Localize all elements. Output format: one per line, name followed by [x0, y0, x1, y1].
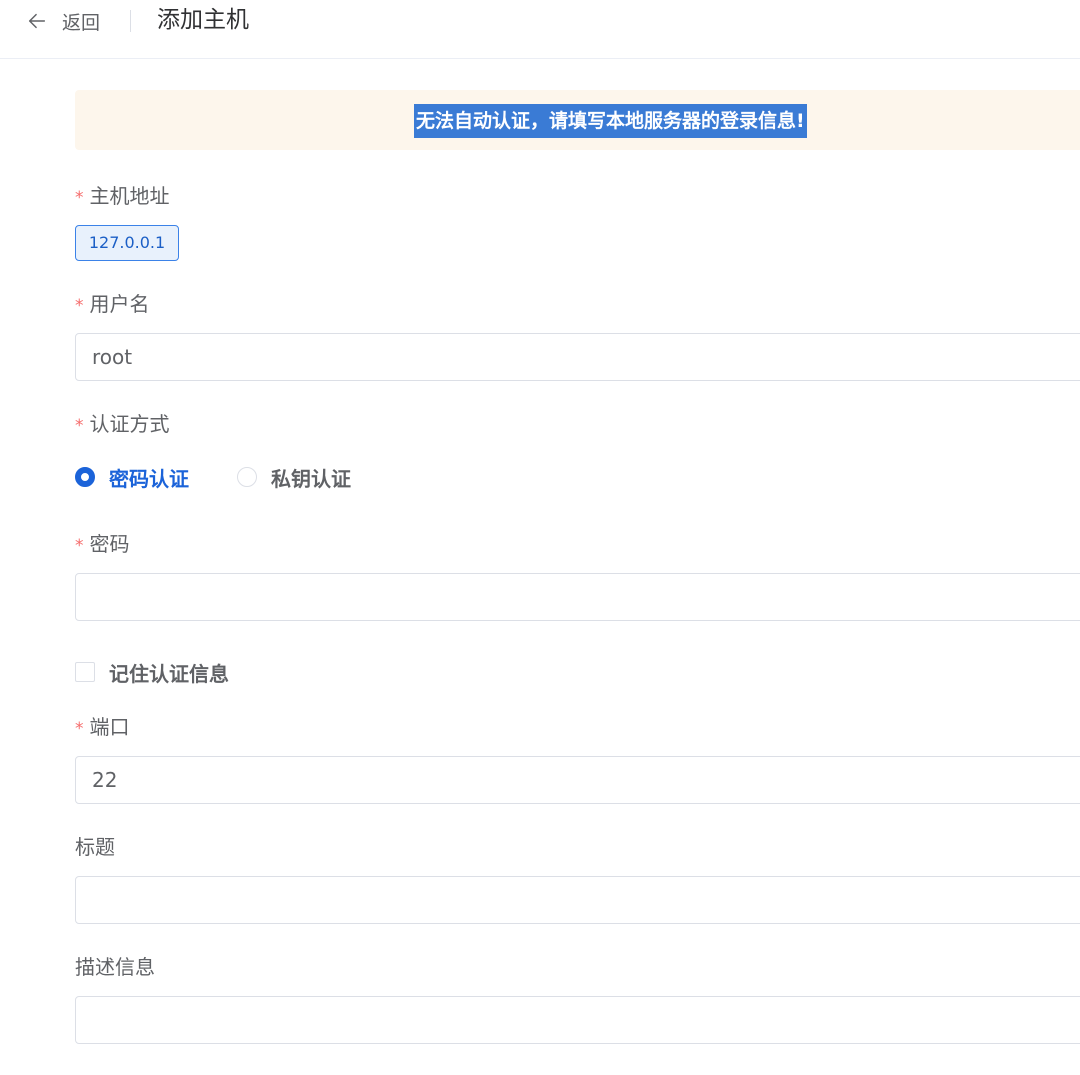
radio-password-auth-label: 密码认证 — [109, 466, 189, 491]
required-mark: * — [75, 188, 84, 208]
description-label: 描述信息 — [75, 955, 155, 979]
port-label: * 端口 — [75, 713, 130, 743]
username-label: * 用户名 — [75, 290, 150, 320]
host-label-text: 主机地址 — [89, 184, 170, 208]
password-label: * 密码 — [75, 530, 130, 560]
password-label-text: 密码 — [89, 532, 130, 556]
header-divider — [130, 10, 131, 32]
radio-key-auth[interactable]: 私钥认证 — [237, 463, 351, 491]
radio-checked-icon — [75, 467, 95, 487]
required-mark: * — [75, 296, 84, 316]
arrow-left-icon — [28, 13, 46, 29]
port-input[interactable]: 22 — [75, 756, 1080, 804]
username-label-text: 用户名 — [89, 292, 150, 316]
password-input[interactable] — [75, 573, 1080, 621]
host-label: * 主机地址 — [75, 182, 170, 212]
required-mark: * — [75, 416, 84, 436]
page-title: 添加主机 — [157, 7, 249, 33]
auth-method-label: * 认证方式 — [75, 410, 170, 440]
username-input[interactable]: root — [75, 333, 1080, 381]
required-mark: * — [75, 719, 84, 739]
warning-alert: 无法自动认证，请填写本地服务器的登录信息! — [75, 90, 1080, 150]
remember-checkbox[interactable]: 记住认证信息 — [75, 658, 229, 686]
auth-method-label-text: 认证方式 — [89, 412, 170, 436]
required-mark: * — [75, 536, 84, 556]
alert-message: 无法自动认证，请填写本地服务器的登录信息! — [414, 104, 807, 138]
page-header: 返回 添加主机 — [0, 0, 1080, 59]
title-label: 标题 — [75, 835, 115, 859]
radio-unchecked-icon — [237, 467, 257, 487]
back-button[interactable]: 返回 — [26, 7, 100, 35]
title-input[interactable] — [75, 876, 1080, 924]
remember-checkbox-label: 记住认证信息 — [109, 661, 229, 686]
description-input[interactable] — [75, 996, 1080, 1044]
radio-key-auth-label: 私钥认证 — [271, 466, 351, 491]
port-label-text: 端口 — [89, 715, 130, 739]
radio-password-auth[interactable]: 密码认证 — [75, 463, 189, 491]
host-tag[interactable]: 127.0.0.1 — [75, 225, 179, 261]
back-label: 返回 — [62, 11, 101, 34]
checkbox-unchecked-icon — [75, 662, 95, 682]
